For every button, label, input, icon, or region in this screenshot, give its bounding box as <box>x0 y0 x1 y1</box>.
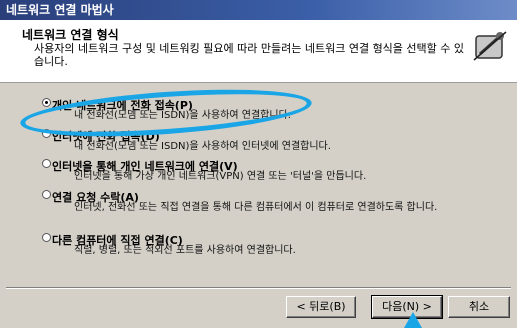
page-title: 네트워크 연결 형식 <box>22 28 119 42</box>
back-button[interactable]: < 뒤로(B) <box>286 296 356 318</box>
cancel-button[interactable]: 취소 <box>448 296 510 318</box>
window-title: 네트워크 연결 마법사 <box>6 3 114 17</box>
wizard-header: 네트워크 연결 형식 사용자의 네트워크 구성 및 네트워킹 필요에 따라 만들… <box>0 20 517 83</box>
title-bar: 네트워크 연결 마법사 <box>0 0 517 20</box>
radio-button[interactable] <box>42 190 51 199</box>
option-vpn[interactable]: 인터넷을 통해 개인 네트워크에 연결(V) 인터넷을 통해 가상 개인 네트워… <box>42 158 366 182</box>
option-description: 내 전화선(모뎀 또는 ISDN)을 사용하여 인터넷에 연결합니다. <box>74 141 331 152</box>
option-direct-connect[interactable]: 다른 컴퓨터에 직접 연결(C) 직렬, 병렬, 또는 적외선 포트를 사용하여… <box>42 232 296 256</box>
radio-button-checked[interactable] <box>42 98 51 107</box>
radio-button[interactable] <box>42 159 51 168</box>
option-accept-incoming[interactable]: 연결 요청 수락(A) 인터넷, 전화선 또는 직접 연결을 통해 다른 컴퓨터… <box>42 189 437 213</box>
radio-button[interactable] <box>42 233 51 242</box>
option-dialup-internet[interactable]: 인터넷에 전화 접속(D) 내 전화선(모뎀 또는 ISDN)을 사용하여 인터… <box>42 128 331 152</box>
option-description: 인터넷, 전화선 또는 직접 연결을 통해 다른 컴퓨터에서 이 컴퓨터로 연결… <box>74 202 438 213</box>
arrow-pointer-icon <box>404 312 422 328</box>
option-description: 인터넷을 통해 가상 개인 네트워크(VPN) 연결 또는 '터널'을 만듭니다… <box>74 171 367 182</box>
option-description: 직렬, 병렬, 또는 적외선 포트를 사용하여 연결합니다. <box>74 245 296 256</box>
network-connection-icon <box>473 31 507 61</box>
page-description: 사용자의 네트워크 구성 및 네트워킹 필요에 따라 만들려는 네트워크 연결 … <box>34 42 465 68</box>
radio-button[interactable] <box>42 129 51 138</box>
separator-line <box>6 287 511 289</box>
option-dialup-private[interactable]: 개인 네트워크에 전화 접속(P) 내 전화선(모뎀 또는 ISDN)을 사용하… <box>42 97 291 121</box>
option-description: 내 전화선(모뎀 또는 ISDN)을 사용하여 연결합니다. <box>74 110 291 121</box>
